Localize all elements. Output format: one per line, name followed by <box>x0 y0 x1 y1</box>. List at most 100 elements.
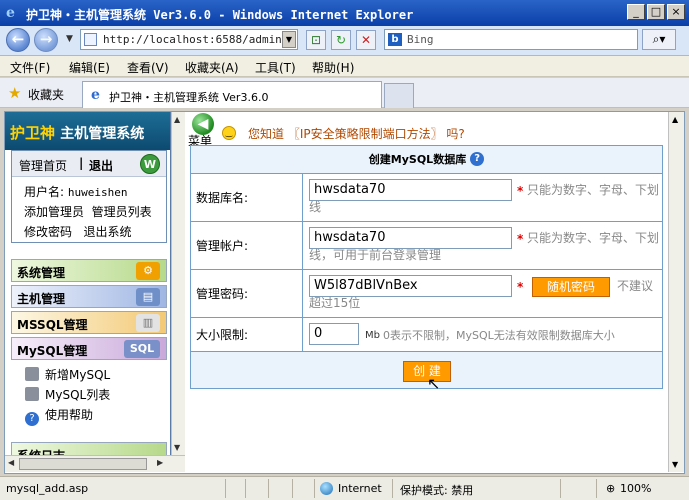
address-bar[interactable]: http://localhost:6588/admin/ir ▼ <box>80 29 298 50</box>
minimize-button[interactable]: _ <box>627 4 645 20</box>
internet-zone-icon <box>320 482 333 495</box>
scroll-up-icon[interactable]: ▲ <box>672 115 678 124</box>
scroll-right-icon[interactable]: ▶ <box>157 458 163 467</box>
status-divider <box>245 479 246 498</box>
navigation-bar: ← → ▼ http://localhost:6588/admin/ir ▼ ⊡… <box>0 26 689 56</box>
scroll-down-icon[interactable]: ▼ <box>174 443 180 452</box>
create-mysql-form: 创建MySQL数据库? 数据库名: hwsdata70 * 只能为数字、字母、下… <box>190 145 663 393</box>
size-label: 大小限制: <box>191 318 303 351</box>
address-dropdown-icon[interactable]: ▼ <box>282 31 296 48</box>
section-label: MSSQL管理 <box>17 318 88 332</box>
menu-bar: 文件(F) 编辑(E) 查看(V) 收藏夹(A) 工具(T) 帮助(H) <box>0 56 689 77</box>
sidebar-horizontal-scrollbar[interactable]: ◀ ▶ <box>5 455 185 472</box>
form-row-password: 管理密码: W5l87dBlVnBex * 随机密码 不建议超过15位 <box>191 270 662 318</box>
maximize-button[interactable]: □ <box>647 4 665 20</box>
sidebar-section-logs[interactable]: 系统日志 <box>11 442 167 455</box>
favorites-star-icon[interactable]: ★ <box>8 84 21 102</box>
status-divider <box>560 479 561 498</box>
new-tab-button[interactable] <box>384 83 414 108</box>
scroll-down-icon[interactable]: ▼ <box>672 460 678 469</box>
menu-file[interactable]: 文件(F) <box>10 59 50 76</box>
exit-system-link[interactable]: 退出系统 <box>83 225 131 239</box>
user-panel-header: 管理首页 | 退出 W <box>12 151 166 177</box>
account-label: 管理帐户: <box>191 222 303 269</box>
menu-edit[interactable]: 编辑(E) <box>69 59 110 76</box>
status-divider <box>596 479 597 498</box>
status-text: mysql_add.asp <box>6 482 89 495</box>
bing-logo-icon: b <box>388 33 402 46</box>
refresh-button[interactable]: ↻ <box>331 30 351 50</box>
shield-icon: W <box>140 154 160 174</box>
ie-logo-icon: e <box>6 5 15 21</box>
sidebar-section-host[interactable]: 主机管理 ▤ <box>11 285 167 308</box>
menu-tools[interactable]: 工具(T) <box>255 59 296 76</box>
sidebar-section-system[interactable]: 系统管理 ⚙ <box>11 259 167 282</box>
form-title: 创建MySQL数据库? <box>191 146 662 174</box>
brand-logo: 护卫神 主机管理系统 <box>10 122 144 143</box>
menu-view[interactable]: 查看(V) <box>127 59 169 76</box>
database-add-icon <box>25 367 39 381</box>
help-icon[interactable]: ? <box>470 152 485 166</box>
close-window-button[interactable]: × <box>667 4 685 20</box>
status-divider <box>292 479 293 498</box>
page-vertical-scrollbar[interactable]: ▲ ▼ <box>668 112 684 472</box>
add-admin-link[interactable]: 添加管理员 <box>24 205 84 219</box>
ie-page-icon: e <box>91 87 100 103</box>
compatibility-view-button[interactable]: ⊡ <box>306 30 326 50</box>
sidebar-vertical-scrollbar[interactable]: ▲ ▼ <box>171 112 185 455</box>
scroll-left-icon[interactable]: ◀ <box>8 458 14 467</box>
size-hint: 0表示不限制，MySQL无法有效限制数据库大小 <box>383 329 615 342</box>
protected-mode-status[interactable]: 保护模式: 禁用 <box>400 482 473 498</box>
security-zone[interactable]: Internet <box>338 482 382 495</box>
search-input[interactable]: Bing <box>407 33 434 46</box>
history-dropdown-icon[interactable]: ▼ <box>66 34 73 44</box>
forward-button[interactable]: → <box>34 28 58 52</box>
sidebar-item-label: MySQL列表 <box>45 388 111 402</box>
password-hint: 不建议超过15位 <box>309 279 654 310</box>
separator: | <box>79 156 84 170</box>
form-title-text: 创建MySQL数据库 <box>368 153 467 166</box>
username-value: huweishen <box>67 186 128 199</box>
change-password-link[interactable]: 修改密码 <box>24 225 72 239</box>
admin-list-link[interactable]: 管理员列表 <box>92 205 152 219</box>
search-box[interactable]: b Bing <box>384 29 638 50</box>
sidebar-section-mysql[interactable]: MySQL管理 SQL <box>11 337 167 360</box>
stop-button[interactable]: ✕ <box>356 30 376 50</box>
back-button[interactable]: ← <box>6 28 30 52</box>
tab-title: 护卫神・主机管理系统 Ver3.6.0 <box>109 91 269 104</box>
dbname-hint: 只能为数字、字母、下划线 <box>309 183 660 214</box>
section-label: 系统日志 <box>17 447 65 455</box>
brand-subtitle: 主机管理系统 <box>60 126 145 142</box>
database-icon: ▥ <box>136 314 160 332</box>
browser-tab-active[interactable]: e 护卫神・主机管理系统 Ver3.6.0 <box>82 81 382 108</box>
form-row-account: 管理帐户: hwsdata70 * 只能为数字、字母、下划线，可用于前台登录管理 <box>191 222 662 270</box>
sidebar-item-help[interactable]: ? 使用帮助 <box>25 406 93 426</box>
sidebar-section-mssql[interactable]: MSSQL管理 ▥ <box>11 311 167 334</box>
form-submit-row: 创 建 ↖ <box>191 352 662 393</box>
page-icon <box>84 33 97 46</box>
size-input[interactable]: 0 <box>309 323 359 345</box>
smiley-icon: ‿ <box>222 126 236 140</box>
zoom-level[interactable]: 100% <box>620 482 651 495</box>
tip-link[interactable]: 您知道 〖IP安全策略限制端口方法〗 吗? <box>248 125 465 142</box>
admin-home-link[interactable]: 管理首页 <box>19 157 67 174</box>
password-label: 管理密码: <box>191 270 303 317</box>
sidebar-item-add-mysql[interactable]: 新增MySQL <box>25 366 110 383</box>
scroll-up-icon[interactable]: ▲ <box>174 115 180 124</box>
favorites-button[interactable]: 收藏夹 <box>28 86 64 103</box>
address-url[interactable]: http://localhost:6588/admin/ir <box>103 33 283 46</box>
search-button[interactable]: ⌕▾ <box>642 29 676 50</box>
logout-link[interactable]: 退出 <box>89 157 113 174</box>
scroll-thumb[interactable] <box>19 458 147 470</box>
main-frame: ◀ 菜单 ‿ 您知道 〖IP安全策略限制端口方法〗 吗? 创建MySQL数据库?… <box>186 112 684 473</box>
web-page: 护卫神 主机管理系统 管理首页 | 退出 W 用户名: huweishen 添加… <box>4 111 685 474</box>
menu-favorites[interactable]: 收藏夹(A) <box>185 59 239 76</box>
zoom-icon[interactable]: ⊕ <box>606 482 615 495</box>
status-bar: mysql_add.asp Internet 保护模式: 禁用 ⊕ 100% <box>0 476 689 500</box>
username-row: 用户名: huweishen <box>24 183 127 200</box>
menu-help[interactable]: 帮助(H) <box>312 59 354 76</box>
section-label: 主机管理 <box>17 292 66 306</box>
sidebar-frame: 护卫神 主机管理系统 管理首页 | 退出 W 用户名: huweishen 添加… <box>5 112 171 455</box>
sidebar-item-mysql-list[interactable]: MySQL列表 <box>25 386 110 403</box>
brand-name: 护卫神 <box>10 124 56 142</box>
